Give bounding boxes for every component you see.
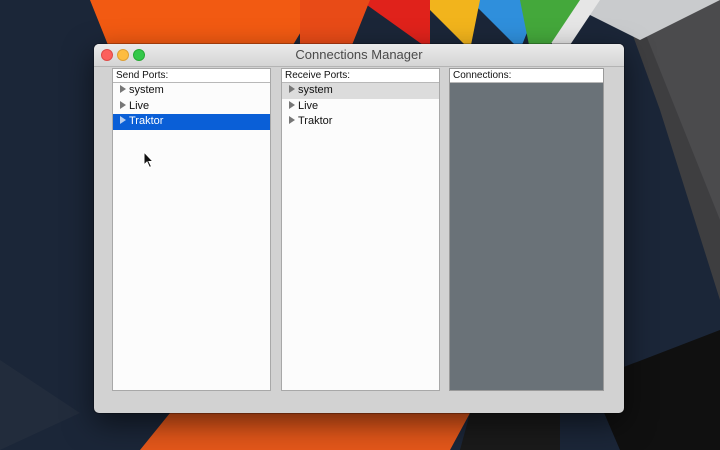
mouse-pointer-icon [143,151,155,169]
send-port-label: system [129,84,164,96]
receive-port-label: system [298,84,333,96]
send-port-system[interactable]: system [113,83,270,99]
connections-panel[interactable]: Connections: [449,68,604,391]
send-port-label: Traktor [129,115,164,127]
receive-port-label: Live [298,99,319,112]
receive-ports-list: system Live Traktor [282,83,439,130]
disclosure-triangle-icon[interactable] [289,116,295,124]
connections-manager-window: Connections Manager Send Ports: system L… [94,44,624,413]
disclosure-triangle-icon[interactable] [120,85,126,93]
send-ports-list: system Live Traktor [113,83,270,130]
receive-port-label: Traktor [298,115,333,127]
disclosure-triangle-icon[interactable] [289,85,295,93]
send-port-traktor[interactable]: Traktor [113,114,270,130]
send-port-label: Live [129,99,150,112]
receive-port-system[interactable]: system [282,83,439,99]
window-title: Connections Manager [295,47,423,62]
receive-port-live[interactable]: Live [282,99,439,115]
disclosure-triangle-icon[interactable] [120,116,126,124]
send-port-live[interactable]: Live [113,99,270,115]
disclosure-triangle-icon[interactable] [120,100,126,109]
disclosure-triangle-icon[interactable] [289,100,295,109]
receive-ports-panel: Receive Ports: system Live Traktor [281,68,440,391]
receive-ports-header: Receive Ports: [282,69,439,83]
connections-header: Connections: [450,69,603,83]
send-ports-header: Send Ports: [113,69,270,83]
title-bar[interactable]: Connections Manager [94,44,624,67]
receive-port-traktor[interactable]: Traktor [282,114,439,130]
send-ports-panel: Send Ports: system Live Traktor [112,68,271,391]
